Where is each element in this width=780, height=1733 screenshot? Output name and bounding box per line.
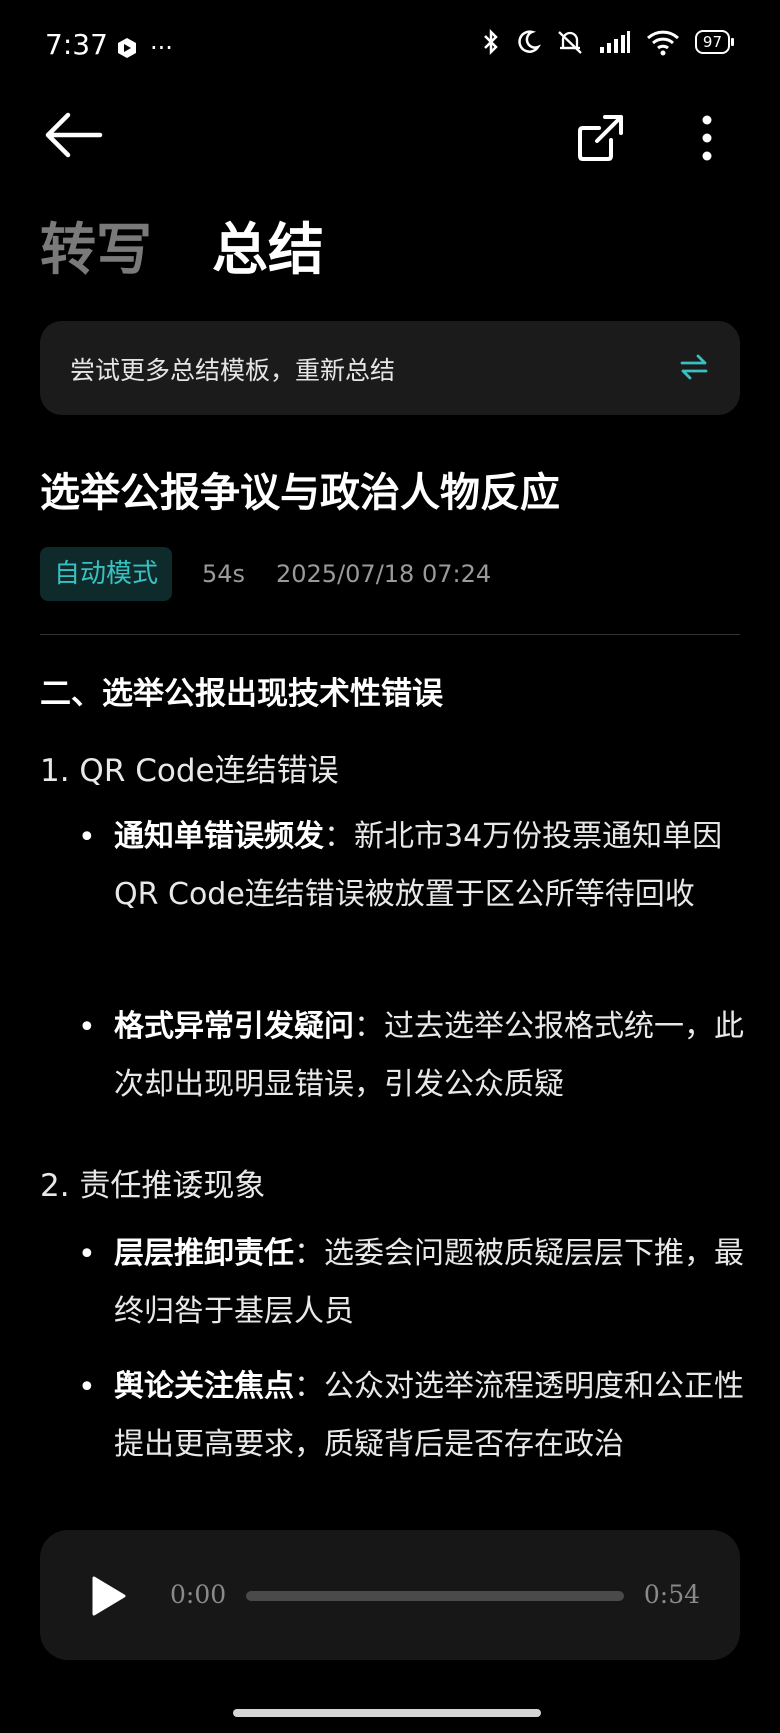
home-indicator[interactable] xyxy=(233,1709,541,1717)
playback-progress-slider[interactable] xyxy=(246,1591,624,1601)
bullet-dot: • xyxy=(78,820,96,855)
regenerate-icon[interactable] xyxy=(676,349,712,385)
battery-indicator: 97 xyxy=(694,30,735,54)
section-heading: 二、选举公报出现技术性错误 xyxy=(40,676,443,712)
share-export-icon[interactable] xyxy=(575,112,627,164)
status-right-icons: 97 xyxy=(481,28,735,56)
numbered-item-2: 2. 责任推诿现象 xyxy=(40,1168,266,1204)
wifi-icon xyxy=(646,30,679,56)
play-icon[interactable] xyxy=(88,1574,128,1618)
current-time: 0:00 xyxy=(170,1580,227,1609)
audio-player: 0:00 0:54 xyxy=(40,1530,740,1660)
status-time: 7:37 xyxy=(45,28,108,61)
more-notifications-dots: ··· xyxy=(150,34,173,62)
bullet-item: 层层推卸责任：选委会问题被质疑层层下推，最终归咎于基层人员 xyxy=(114,1225,744,1341)
back-arrow-icon[interactable] xyxy=(42,110,104,160)
signal-strength-icon xyxy=(599,31,630,53)
app-notification-icon xyxy=(118,38,136,58)
bullet-dot: • xyxy=(78,1010,96,1045)
bullet-item: 通知单错误频发：新北市34万份投票通知单因QR Code连结错误被放置于区公所等… xyxy=(114,808,744,924)
bullet-title: 层层推卸责任 xyxy=(114,1236,294,1271)
divider xyxy=(40,634,740,635)
bullet-dot: • xyxy=(78,1237,96,1272)
document-title: 选举公报争议与政治人物反应 xyxy=(40,470,560,516)
bullet-item: 舆论关注焦点：公众对选举流程透明度和公正性提出更高要求，质疑背后是否存在政治 xyxy=(114,1358,744,1474)
bullet-title: 舆论关注焦点 xyxy=(114,1369,294,1404)
numbered-item-1: 1. QR Code连结错误 xyxy=(40,753,339,789)
template-bar-text: 尝试更多总结模板，重新总结 xyxy=(70,356,396,385)
do-not-disturb-moon-icon xyxy=(518,30,541,53)
mode-badge: 自动模式 xyxy=(40,547,173,601)
summary-template-bar[interactable]: 尝试更多总结模板，重新总结 xyxy=(40,321,740,415)
recording-datetime: 2025/07/18 07:24 xyxy=(276,560,492,588)
muted-bell-icon xyxy=(558,31,582,54)
recording-duration: 54s xyxy=(202,560,246,588)
total-time: 0:54 xyxy=(643,1580,700,1609)
more-options-icon[interactable] xyxy=(690,112,724,164)
tab-summary[interactable]: 总结 xyxy=(212,205,324,286)
tab-transcribe[interactable]: 转写 xyxy=(40,205,152,286)
bullet-title: 格式异常引发疑问 xyxy=(114,1009,354,1044)
status-left-icons: ··· xyxy=(116,34,173,62)
bluetooth-icon xyxy=(484,28,498,56)
bullet-dot: • xyxy=(78,1370,96,1405)
bullet-title: 通知单错误频发 xyxy=(114,819,324,854)
bullet-item: 格式异常引发疑问：过去选举公报格式统一，此次却出现明显错误，引发公众质疑 xyxy=(114,998,744,1114)
